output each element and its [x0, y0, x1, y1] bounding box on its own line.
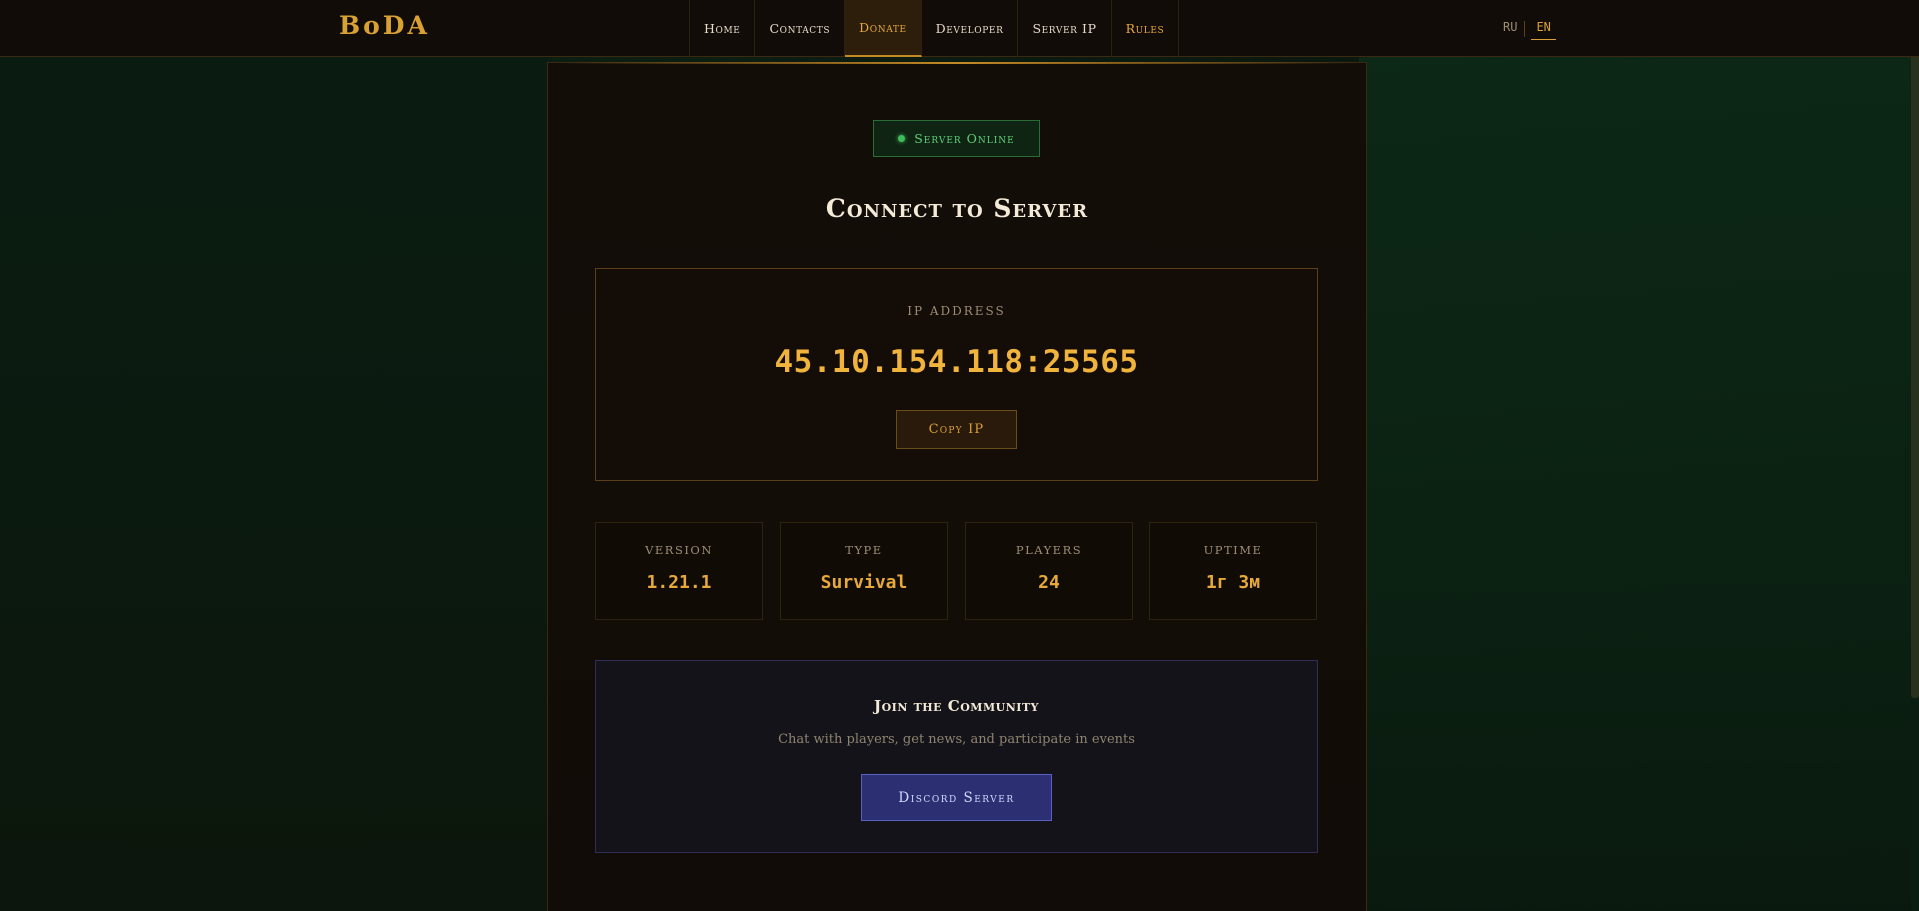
top-header: BoDA Home Contacts Donate Developer Serv…: [0, 0, 1919, 57]
stat-value: 24: [1038, 572, 1060, 593]
stat-card-type: TYPE Survival: [780, 522, 948, 620]
nav-item-server-ip[interactable]: Server IP: [1018, 0, 1112, 57]
lang-ru[interactable]: RU: [1496, 18, 1524, 40]
stat-label: VERSION: [645, 543, 713, 557]
nav-item-developer[interactable]: Developer: [922, 0, 1019, 57]
language-switcher: RU EN: [1496, 18, 1556, 40]
scrollbar-thumb[interactable]: [1911, 0, 1919, 698]
status-label: Server Online: [914, 131, 1015, 146]
lang-divider: [1524, 21, 1526, 37]
nav-item-contacts[interactable]: Contacts: [755, 0, 846, 57]
stat-label: TYPE: [845, 543, 883, 557]
page-title: Connect to Server: [825, 194, 1089, 223]
server-status-badge: Server Online: [873, 120, 1040, 157]
ip-label: IP ADDRESS: [907, 304, 1006, 318]
community-description: Chat with players, get news, and partici…: [778, 732, 1135, 747]
background-right: [1359, 0, 1919, 911]
stat-label: UPTIME: [1203, 543, 1263, 557]
stat-card-version: VERSION 1.21.1: [595, 522, 763, 620]
nav-item-rules[interactable]: Rules: [1112, 0, 1180, 57]
lang-en[interactable]: EN: [1531, 18, 1556, 40]
stat-value: 1г 3м: [1205, 572, 1261, 593]
copy-ip-button[interactable]: Copy IP: [896, 410, 1017, 449]
discord-server-button[interactable]: Discord Server: [861, 774, 1052, 821]
stat-value: 1.21.1: [646, 572, 712, 593]
nav-item-donate[interactable]: Donate: [845, 0, 922, 57]
community-card: [595, 660, 1318, 853]
site-logo[interactable]: BoDA: [339, 11, 430, 40]
nav-item-home[interactable]: Home: [690, 0, 756, 57]
background-left: [0, 0, 548, 911]
stat-value: Survival: [820, 572, 908, 593]
stat-card-uptime: UPTIME 1г 3м: [1149, 522, 1317, 620]
ip-value: 45.10.154.118:25565: [774, 344, 1139, 380]
stat-label: PLAYERS: [1015, 543, 1083, 557]
stat-card-players: PLAYERS 24: [965, 522, 1133, 620]
status-dot-icon: [898, 135, 906, 142]
panel-accent-line: [560, 62, 1354, 64]
community-title: Join the Community: [874, 697, 1039, 715]
main-nav: Home Contacts Donate Developer Server IP…: [689, 0, 1180, 57]
